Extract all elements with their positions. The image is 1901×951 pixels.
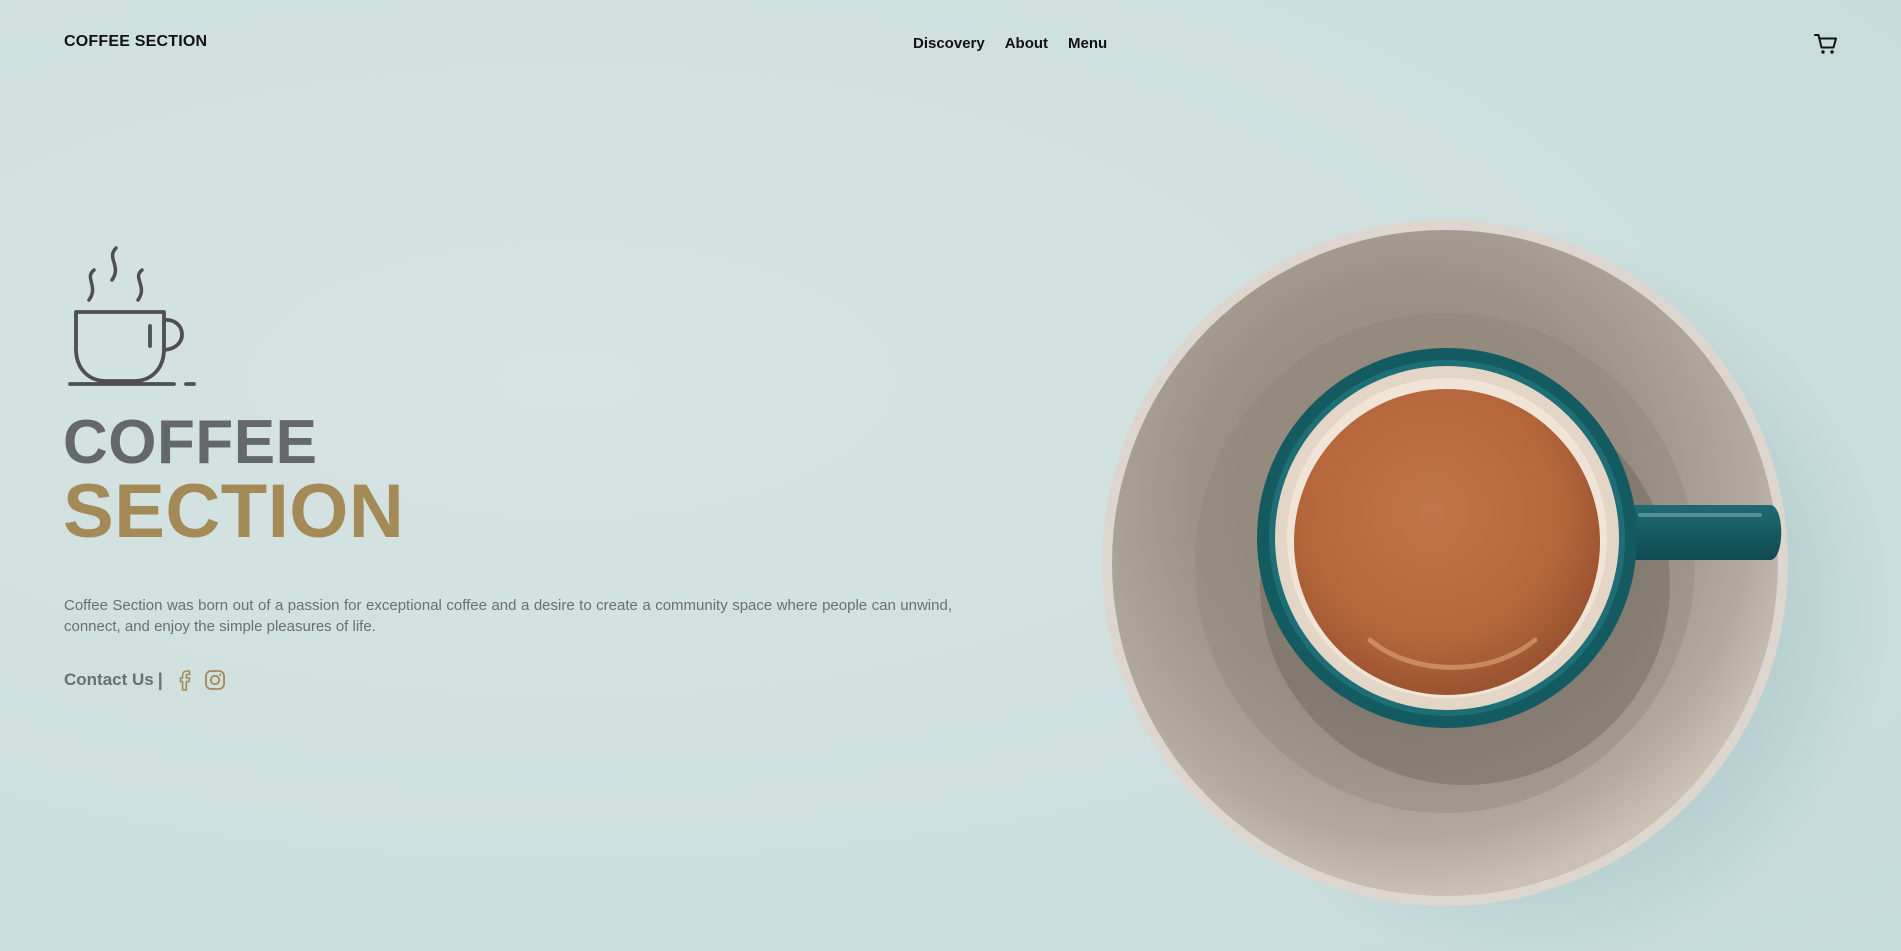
instagram-icon[interactable] [203,668,227,692]
site-brand[interactable]: COFFEE SECTION [64,33,207,51]
contact-row: Contact Us | [64,668,233,692]
facebook-icon[interactable] [173,668,197,692]
cart-icon[interactable] [1813,31,1839,57]
main-nav: Discovery About Menu [913,35,1107,52]
contact-us-label: Contact Us [64,670,154,689]
coffee-cup-photo [1080,200,1901,951]
nav-discovery[interactable]: Discovery [913,35,985,52]
nav-menu[interactable]: Menu [1068,35,1107,52]
nav-about[interactable]: About [1005,35,1048,52]
hero-title-line1: COFFEE [63,408,318,477]
hero-description: Coffee Section was born out of a passion… [64,597,952,635]
contact-separator: | [157,669,163,690]
hero-title: COFFEE SECTION [63,412,404,550]
hero-title-line2: SECTION [63,469,405,554]
coffee-cup-icon [64,244,200,389]
